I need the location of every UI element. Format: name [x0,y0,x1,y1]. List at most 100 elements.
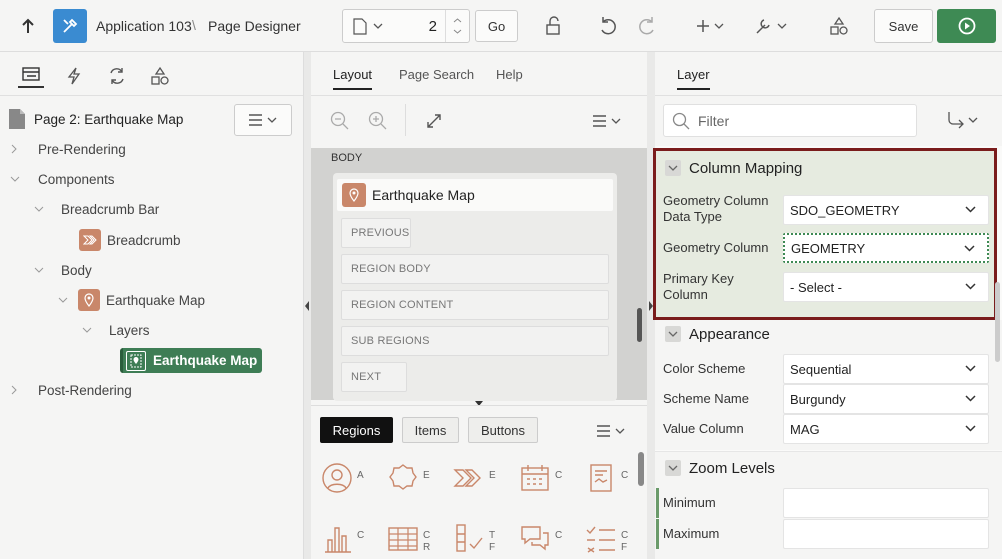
tree-node-layers[interactable]: Layers [82,315,150,345]
value-column-label: Value Column [663,421,744,436]
tree-node-breadcrumb-bar[interactable]: Breadcrumb Bar [34,194,159,224]
appearance-header[interactable]: Appearance [655,318,1002,350]
minimum-input[interactable] [783,488,989,518]
dynamic-actions-tab-icon[interactable] [62,64,86,88]
arrow-up-icon[interactable] [16,12,40,40]
geom-type-select[interactable]: SDO_GEOMETRY [783,195,989,225]
region-header[interactable]: Earthquake Map [337,179,613,211]
property-editor-pane: Layer Filter Column Mapping Geometry Col… [653,52,1002,559]
chevron-down-icon [965,283,976,290]
undo-icon[interactable] [596,14,620,38]
app-breadcrumb-link[interactable]: Application 103 [96,18,192,34]
gallery-item-chart[interactable]: C [321,522,364,554]
tab-layout[interactable]: Layout [333,67,373,90]
gallery-scrollbar[interactable] [638,452,644,486]
gallery-item-label: C [621,470,629,481]
select-value: Sequential [790,361,852,377]
run-page-button[interactable] [937,9,996,43]
gallery-tab-items[interactable]: Items [402,417,459,443]
tree-node-body[interactable]: Body [34,255,92,285]
gallery-item-label: CR [423,530,431,553]
tab-help[interactable]: Help [496,67,523,82]
slot-next[interactable]: NEXT [341,362,407,392]
slot-sub-regions[interactable]: SUB REGIONS [341,326,609,356]
gallery-item-tree[interactable]: TF [453,522,495,554]
shared-components-icon[interactable] [827,14,851,38]
value-column-select[interactable]: MAG [783,414,989,444]
canvas-scrollbar[interactable] [637,308,642,342]
chevron-down-icon [964,245,975,252]
app-builder-icon[interactable] [53,9,87,43]
color-scheme-select[interactable]: Sequential [783,354,989,384]
go-to-group-icon[interactable] [945,110,979,130]
tree-node-pre-rendering[interactable]: Pre-Rendering [10,134,126,164]
gallery-item-calendar[interactable]: C [519,462,562,494]
page-stepper[interactable] [445,10,469,42]
required-indicator [656,519,659,549]
layout-pane: Layout Page Search Help BODY Earthquake … [311,52,647,559]
page-icon [353,17,367,35]
slot-region-body[interactable]: REGION BODY [341,254,609,284]
left-splitter[interactable] [304,52,311,559]
selected-node-label: Earthquake Map [153,353,258,368]
unlock-icon[interactable] [543,14,565,38]
go-button[interactable]: Go [475,10,518,42]
gallery-item-badge[interactable]: E [387,462,430,494]
page-number-input[interactable]: 2 [429,18,437,35]
pk-select[interactable]: - Select - [783,272,989,302]
zoom-in-icon[interactable] [367,110,389,132]
gallery-tab-regions[interactable]: Regions [320,417,393,443]
geom-col-select[interactable]: GEOMETRY [783,233,989,263]
filter-input[interactable]: Filter [663,104,917,137]
region-card[interactable]: Earthquake Map PREVIOUS REGION BODY REGI… [333,173,617,401]
create-menu-icon[interactable] [694,14,728,38]
shared-components-tab-icon[interactable] [148,64,172,88]
column-mapping-header[interactable]: Column Mapping [655,152,1002,184]
tree-node-breadcrumb[interactable]: Breadcrumb [79,225,181,255]
tree-menu-button[interactable] [234,104,292,136]
tab-page-search[interactable]: Page Search [399,67,474,82]
gallery-item-breadcrumb[interactable]: E [453,462,496,494]
save-button[interactable]: Save [874,9,933,43]
gallery-item-classic-report[interactable]: CR [387,522,430,554]
toolbar-separator [405,104,406,136]
scheme-name-select[interactable]: Burgundy [783,384,989,414]
tree-node-post-rendering[interactable]: Post-Rendering [10,375,132,405]
expand-icon[interactable] [423,110,445,132]
page-node[interactable]: Page 2: Earthquake Map [8,104,183,134]
maximum-input[interactable] [783,519,989,549]
gallery-item-label: C [555,470,563,481]
avatar-icon [321,462,353,494]
zoom-out-icon[interactable] [329,110,351,132]
zoom-levels-header[interactable]: Zoom Levels [655,452,1002,484]
rendering-tab-icon[interactable] [18,62,44,88]
tree-label: Components [38,171,115,187]
tree-node-layer-earthquake-map[interactable]: Earthquake Map [120,348,262,373]
utilities-wrench-icon[interactable] [753,14,789,38]
slot-previous[interactable]: PREVIOUS [341,218,411,248]
tab-layer[interactable]: Layer [677,67,710,90]
gallery-tab-buttons[interactable]: Buttons [468,417,538,443]
layout-menu-icon[interactable] [591,112,623,130]
gallery-item-avatar[interactable]: A [321,462,364,494]
chevron-right-icon [10,385,26,395]
tab-underline-rule [311,95,647,96]
map-layer-icon [126,350,146,371]
select-value: GEOMETRY [791,240,866,256]
gallery-item-card[interactable]: C [585,462,628,494]
chevron-down-icon [82,326,98,334]
redo-icon[interactable] [635,14,659,38]
tree-node-components[interactable]: Components [10,164,115,194]
filter-placeholder: Filter [698,112,730,129]
rendering-tree-pane: Page 2: Earthquake Map Pre-Rendering Com… [0,52,304,559]
gallery-item-comments[interactable]: C [519,522,562,554]
processing-tab-icon[interactable] [104,64,130,88]
badge-icon [387,462,419,494]
gallery-item-faceted[interactable]: CF [585,522,628,554]
gallery-menu-icon[interactable] [595,422,627,440]
tree-node-earthquake-map-region[interactable]: Earthquake Map [58,285,205,315]
page-selector[interactable]: 2 [342,9,470,43]
section-title: Appearance [689,325,770,343]
slot-region-content[interactable]: REGION CONTENT [341,290,609,320]
property-scrollbar[interactable] [995,282,1000,362]
